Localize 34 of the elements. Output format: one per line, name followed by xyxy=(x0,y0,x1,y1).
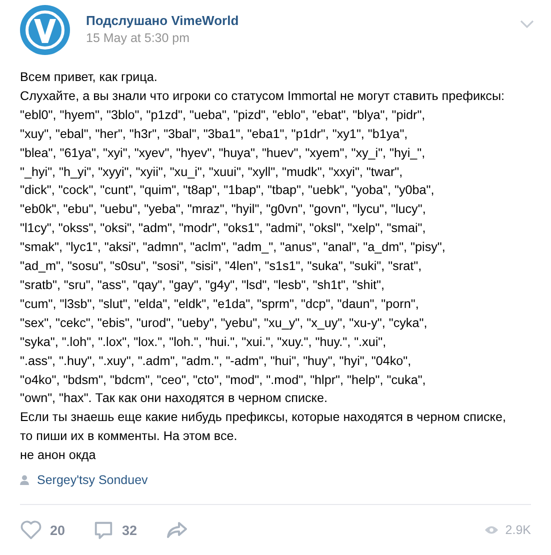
post-text-line: ".ass", ".huy", ".xuy", ".adm", "adm.", "-adm", "hui", "huy", "hyi", "04ko", xyxy=(20,352,412,370)
post-text-line: "sratb", "sru", "ass", "qay", "gay", "g4y", "lsd", "lesb", "sh1t", "shit", xyxy=(20,276,386,294)
community-name[interactable]: Подслушано VimeWorld xyxy=(86,13,520,28)
like-button[interactable]: 20 xyxy=(20,520,66,540)
post-text-line: "o4ko", "bdsm", "bdcm", "ceo", "cto", "mod", ".mod", "hlpr", "help", "cuka", xyxy=(20,372,427,389)
community-logo[interactable] xyxy=(20,5,70,55)
post-text-line: "cum", "l3sb", "slut", "elda", "eldk", "e1da", "sprm", "dcp", "daun", "porn", xyxy=(20,296,420,313)
post-text-line: "_hyi", "h_yi", "xyyi", "xyii", "xu_i", "xuui", "xyll", "mudk", "xxyi", "twar", xyxy=(20,164,404,181)
post-text-line: "syka", ".loh", ".lox", "lox.", "loh.", "hui.", "xui.", "xuy.", "huy.", ".xui", xyxy=(20,334,388,351)
post-text-line: "sex", "cekc", "ebis", "urod", "ueby", "yebu", "xu_y", "x_uy", "xu-y", "cyka", xyxy=(20,314,428,332)
post-text-line: "ebl0", "hyem", "3blo", "p1zd", "ueba", "pizd", "eblo", "ebat", "blya", "pidr", xyxy=(20,106,426,124)
post-text-line: "blea", "61ya", "xyi", "xyev", "hyev", "huya", "huev", "xyem", "xy_i", "hyi_", xyxy=(20,144,426,162)
post-text-line: не анон окда xyxy=(20,447,97,464)
heart-icon xyxy=(20,520,42,540)
person-icon xyxy=(20,475,29,486)
post-text-line: Если ты знаешь еще какие нибудь префиксы, которые находятся в черном списке, xyxy=(20,409,507,426)
share-icon[interactable] xyxy=(165,520,190,540)
post-text-line: "xuy", "ebal", "her", "h3r", "3bal", "3ba1", "eba1", "p1dr", "xy1", "b1ya", xyxy=(20,126,409,143)
post-text-line: "l1cy", "okss", "oksi", "adm", "modr", "oks1", "admi", "oksl", "xelp", "smai", xyxy=(20,220,427,238)
post-text-line: Слухайте, а вы знали что игроки со статусом Immortal не могут ставить префиксы: xyxy=(20,88,506,105)
signer-link[interactable]: Sergey'tsy Sonduev xyxy=(37,473,148,488)
chevron-down-icon[interactable] xyxy=(520,20,534,28)
post-text-line: "eb0k", "ebu", "uebu", "yeba", "mraz", "hyil", "g0vn", "govn", "lycu", "lucy", xyxy=(20,201,427,218)
post-text-line: то пиши их в комменты. На этом все. xyxy=(20,428,238,446)
eye-icon xyxy=(484,525,500,536)
post-text-line: Всем привет, как грица. xyxy=(20,69,158,86)
post-text-line: "smak", "lyc1", "aksi", "admn", "aclm", "adm_", "anus", "anal", "a_dm", "pisy", xyxy=(20,239,446,256)
views-count: 2.9K xyxy=(505,523,531,538)
post-date[interactable]: 15 May at 5:30 pm xyxy=(86,31,520,45)
post-text-line: "own", "hax". Так как они находятся в черном списке. xyxy=(20,390,328,408)
post-text-line: "ad_m", "sosu", "s0su", "sosi", "sisi", "4len", "s1s1", "suka", "suki", "srat", xyxy=(20,258,423,276)
speech-bubble-icon xyxy=(93,520,114,541)
comment-button[interactable]: 32 xyxy=(93,520,138,541)
post-text-line: "dick", "cock", "cunt", "quim", "t8ap", "1bap", "tbap", "uebk", "yoba", "y0ba", xyxy=(20,182,436,200)
